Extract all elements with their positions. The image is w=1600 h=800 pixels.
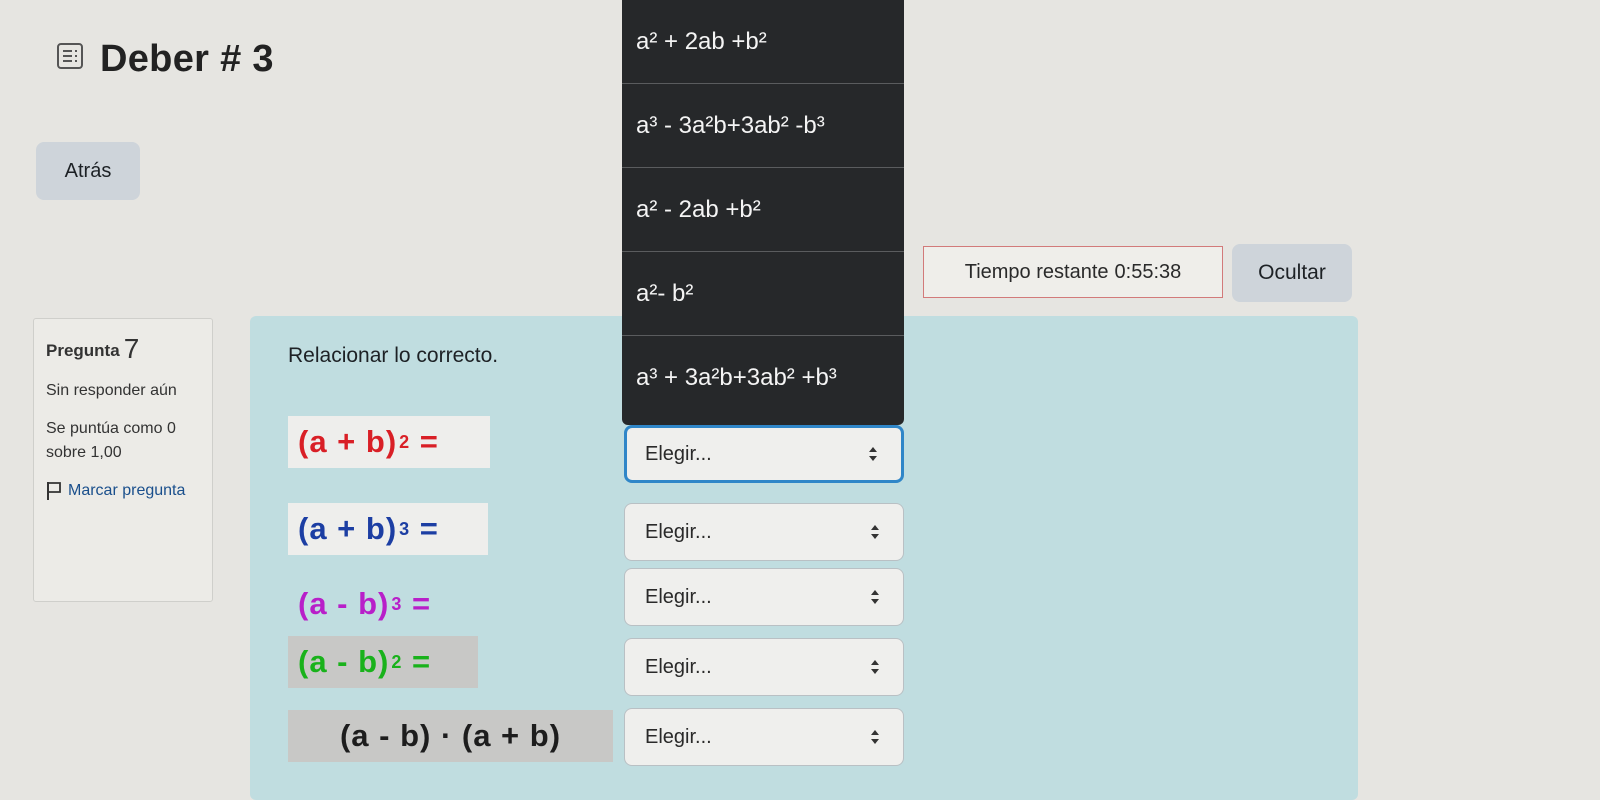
- formula-label: (a + b) 3 =: [288, 503, 488, 555]
- dropdown-option[interactable]: a² + 2ab +b²: [622, 0, 904, 84]
- answer-select-value: Elegir...: [645, 520, 712, 543]
- formula-base: (a - b): [298, 644, 390, 679]
- page-title: Deber # 3: [100, 38, 274, 80]
- question-state: Sin responder aún: [46, 382, 177, 399]
- updown-arrow-icon: [871, 660, 879, 674]
- question-number: Pregunta 7: [46, 333, 200, 365]
- answer-select-value: Elegir...: [645, 442, 712, 465]
- question-prompt: Relacionar lo correcto.: [288, 344, 499, 367]
- formula-exponent: 3: [399, 518, 411, 539]
- updown-arrow-icon: [869, 447, 877, 461]
- dropdown-list: a² + 2ab +b² a³ - 3a²b+3ab² -b³ a² - 2ab…: [622, 0, 904, 425]
- dropdown-option[interactable]: a² - 2ab +b²: [622, 168, 904, 252]
- formula-equals: =: [410, 511, 439, 546]
- formula-label: (a - b) 2 =: [288, 636, 478, 688]
- formula-label: (a + b) 2 =: [288, 416, 490, 468]
- flag-question-link[interactable]: Marcar pregunta: [46, 479, 200, 503]
- dropdown-option[interactable]: a²- b²: [622, 252, 904, 336]
- hide-timer-button[interactable]: Ocultar: [1232, 244, 1352, 302]
- timer-box: Tiempo restante 0:55:38: [923, 246, 1223, 298]
- answer-select-value: Elegir...: [645, 585, 712, 608]
- updown-arrow-icon: [871, 730, 879, 744]
- formula-exponent: 2: [391, 651, 403, 672]
- question-info-panel: Pregunta 7 Sin responder aún Se puntúa co…: [33, 318, 213, 602]
- formula-equals: =: [410, 424, 439, 459]
- formula-label: (a - b) · (a + b): [288, 710, 613, 762]
- formula-equals: =: [402, 644, 432, 679]
- timer-value: 0:55:38: [1114, 260, 1182, 283]
- dropdown-option[interactable]: a³ + 3a²b+3ab² +b³: [622, 336, 904, 420]
- question-grade: Se puntúa como 0 sobre 1,00: [46, 420, 176, 461]
- formula-equals: =: [402, 586, 432, 621]
- formula-base: (a - b): [298, 586, 390, 621]
- formula-base: (a + b): [298, 511, 398, 546]
- updown-arrow-icon: [871, 590, 879, 604]
- dropdown-option[interactable]: a³ - 3a²b+3ab² -b³: [622, 84, 904, 168]
- flag-icon: [47, 482, 61, 500]
- answer-select-value: Elegir...: [645, 655, 712, 678]
- answer-select-value: Elegir...: [645, 725, 712, 748]
- answer-select[interactable]: Elegir...: [624, 708, 904, 766]
- back-button[interactable]: Atrás: [36, 142, 140, 200]
- formula-label: (a - b) 3 =: [288, 578, 478, 630]
- answer-select[interactable]: Elegir...: [624, 638, 904, 696]
- flag-question-label: Marcar pregunta: [68, 482, 186, 499]
- timer-label: Tiempo restante: [964, 260, 1109, 283]
- question-number-value: 7: [123, 333, 140, 364]
- formula-base: (a + b): [298, 424, 398, 459]
- answer-select[interactable]: Elegir...: [624, 425, 904, 483]
- question-label: Pregunta: [46, 341, 120, 360]
- answer-select[interactable]: Elegir...: [624, 568, 904, 626]
- answer-select[interactable]: Elegir...: [624, 503, 904, 561]
- updown-arrow-icon: [871, 525, 879, 539]
- formula-exponent: 2: [399, 431, 411, 452]
- quiz-icon: [57, 43, 83, 69]
- formula-exponent: 3: [391, 593, 403, 614]
- formula-base: (a - b) · (a + b): [339, 718, 562, 753]
